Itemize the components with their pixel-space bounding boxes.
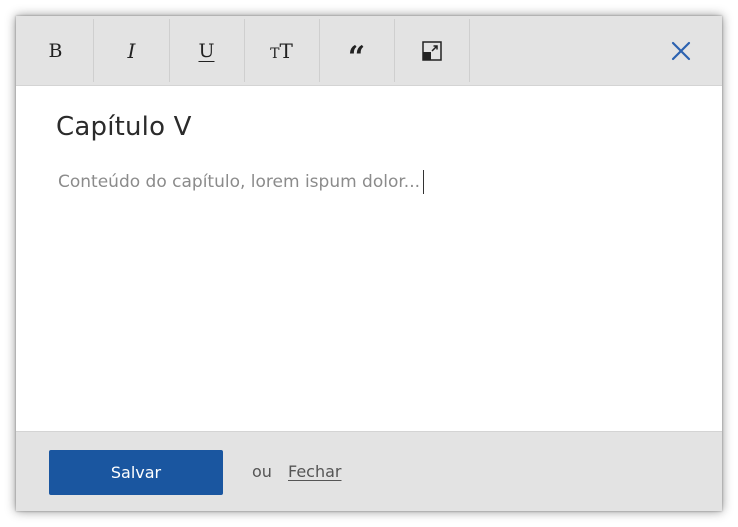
bold-button[interactable]: B xyxy=(18,19,94,82)
quote-icon: “ xyxy=(347,39,366,75)
italic-button[interactable]: I xyxy=(94,19,170,82)
close-link[interactable]: Fechar xyxy=(288,462,342,481)
close-button[interactable] xyxy=(666,36,696,66)
underline-button[interactable]: U xyxy=(169,19,245,82)
underline-icon: U xyxy=(198,39,215,62)
formatting-toolbar: B I U TT “ xyxy=(16,16,722,86)
dialog-footer: Salvar ou Fechar xyxy=(16,431,722,511)
chapter-title[interactable]: Capítulo V xyxy=(56,112,192,142)
or-label: ou xyxy=(252,462,272,481)
expand-button[interactable] xyxy=(394,19,470,82)
quote-button[interactable]: “ xyxy=(319,19,395,82)
text-size-button[interactable]: TT xyxy=(244,19,320,82)
bold-icon: B xyxy=(48,39,63,62)
text-size-large-glyph: T xyxy=(279,38,293,63)
close-icon xyxy=(671,41,691,61)
save-button[interactable]: Salvar xyxy=(49,450,223,495)
chapter-body-input[interactable]: Conteúdo do capítulo, lorem ispum dolor.… xyxy=(58,170,425,194)
editor-dialog: B I U TT “ Capítulo V Conteúdo do capítu… xyxy=(16,16,722,511)
text-cursor xyxy=(423,170,425,194)
text-size-small-glyph: T xyxy=(270,45,280,62)
editor-content[interactable]: Capítulo V Conteúdo do capítulo, lorem i… xyxy=(16,86,722,431)
italic-icon: I xyxy=(127,38,136,63)
chapter-body-text: Conteúdo do capítulo, lorem ispum dolor.… xyxy=(58,172,421,192)
expand-icon xyxy=(421,40,442,61)
text-size-icon: TT xyxy=(270,39,293,63)
